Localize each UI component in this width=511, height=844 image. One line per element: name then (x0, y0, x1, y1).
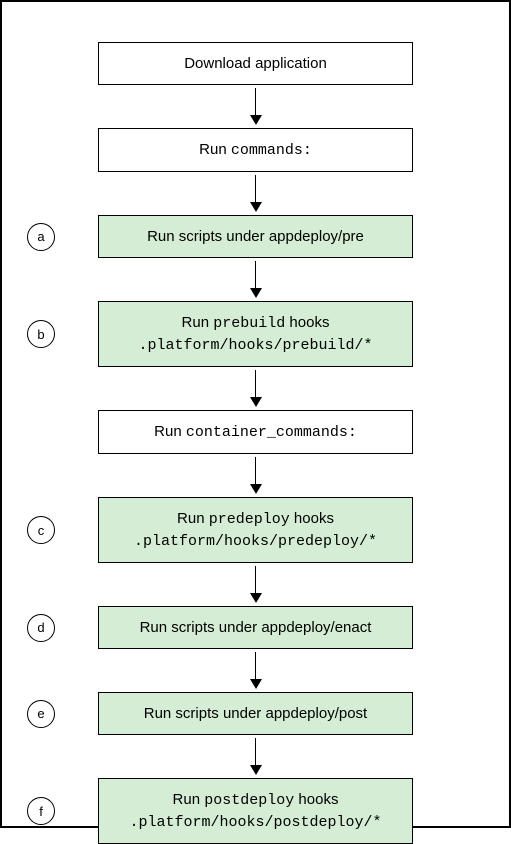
step-line1-text: Run scripts under appdeploy/post (144, 705, 367, 722)
step-box: Run container_commands: (98, 410, 413, 454)
flow-step: c Run predeploy hooks .platform/hooks/pred… (22, 497, 489, 563)
step-line1-text: Download application (184, 55, 327, 72)
step-line1-text: Run scripts under appdeploy/enact (140, 619, 372, 636)
step-line1-suffix: hooks (285, 314, 329, 331)
arrow-shaft (255, 370, 257, 398)
arrow-shaft (255, 738, 257, 766)
step-line1-text: Run scripts under appdeploy/pre (147, 228, 364, 245)
arrow-shaft (255, 261, 257, 289)
arrow-head (250, 115, 262, 125)
step-line1-suffix: hooks (290, 510, 334, 527)
step-line1: Run prebuild hooks (111, 312, 400, 334)
step-line1-text: Run (177, 510, 209, 527)
arrow-head (250, 679, 262, 689)
step-line1: Run commands: (111, 139, 400, 161)
arrow-head (250, 397, 262, 407)
arrow-down-icon (250, 457, 262, 494)
step-label-circle: b (27, 320, 55, 348)
step-label-circle: e (27, 700, 55, 728)
step-box: Run commands: (98, 128, 413, 172)
step-line1-suffix: hooks (294, 791, 338, 808)
step-label-circle: f (27, 797, 55, 825)
arrow-head (250, 593, 262, 603)
flowchart: Download application Run commands: a Run sc… (22, 42, 489, 844)
step-label-circle: d (27, 614, 55, 642)
step-line1: Run scripts under appdeploy/enact (111, 617, 400, 638)
step-line1-text: Run (182, 314, 214, 331)
step-box: Download application (98, 42, 413, 85)
arrow-down-icon (250, 738, 262, 775)
flow-step: f Run postdeploy hooks .platform/hooks/pos… (22, 778, 489, 844)
arrow-shaft (255, 652, 257, 680)
arrow-shaft (255, 175, 257, 203)
step-line1-text: Run (199, 141, 231, 158)
step-line2: .platform/hooks/predeploy/* (111, 530, 400, 552)
step-line1-mono: commands: (231, 142, 312, 159)
diagram-frame: Download application Run commands: a Run sc… (0, 0, 511, 828)
step-line1: Run scripts under appdeploy/pre (111, 226, 400, 247)
flow-step: e Run scripts under appdeploy/post (22, 692, 489, 735)
step-box: Run prebuild hooks .platform/hooks/prebui… (98, 301, 413, 367)
arrow-head (250, 765, 262, 775)
step-line2: .platform/hooks/postdeploy/* (111, 811, 400, 833)
arrow-down-icon (250, 88, 262, 125)
step-box: Run postdeploy hooks .platform/hooks/post… (98, 778, 413, 844)
step-line1: Run container_commands: (111, 421, 400, 443)
step-box: Run scripts under appdeploy/post (98, 692, 413, 735)
flow-step: d Run scripts under appdeploy/enact (22, 606, 489, 649)
step-box: Run predeploy hooks .platform/hooks/prede… (98, 497, 413, 563)
flow-step: b Run prebuild hooks .platform/hooks/prebu… (22, 301, 489, 367)
arrow-down-icon (250, 566, 262, 603)
arrow-head (250, 202, 262, 212)
step-line2-mono: .platform/hooks/predeploy/* (134, 533, 377, 550)
arrow-down-icon (250, 370, 262, 407)
arrow-shaft (255, 566, 257, 594)
flow-step: a Run scripts under appdeploy/pre (22, 215, 489, 258)
step-label-circle: a (27, 223, 55, 251)
arrow-down-icon (250, 261, 262, 298)
step-line1-mono: prebuild (213, 315, 285, 332)
step-box: Run scripts under appdeploy/pre (98, 215, 413, 258)
step-line1-mono: container_commands: (186, 424, 357, 441)
flow-step: Run container_commands: (22, 410, 489, 454)
step-line1: Run postdeploy hooks (111, 789, 400, 811)
flow-step: Download application (22, 42, 489, 85)
step-line2-mono: .platform/hooks/postdeploy/* (129, 814, 381, 831)
arrow-down-icon (250, 175, 262, 212)
arrow-head (250, 484, 262, 494)
step-line1-mono: postdeploy (204, 792, 294, 809)
step-box: Run scripts under appdeploy/enact (98, 606, 413, 649)
step-line1: Download application (111, 53, 400, 74)
step-line1-text: Run (154, 423, 186, 440)
arrow-shaft (255, 457, 257, 485)
step-line2-mono: .platform/hooks/prebuild/* (138, 337, 372, 354)
arrow-head (250, 288, 262, 298)
step-line1: Run scripts under appdeploy/post (111, 703, 400, 724)
step-line1-mono: predeploy (209, 511, 290, 528)
arrow-down-icon (250, 652, 262, 689)
step-line2: .platform/hooks/prebuild/* (111, 334, 400, 356)
step-line1-text: Run (173, 791, 205, 808)
step-line1: Run predeploy hooks (111, 508, 400, 530)
flow-step: Run commands: (22, 128, 489, 172)
step-label-circle: c (27, 516, 55, 544)
arrow-shaft (255, 88, 257, 116)
